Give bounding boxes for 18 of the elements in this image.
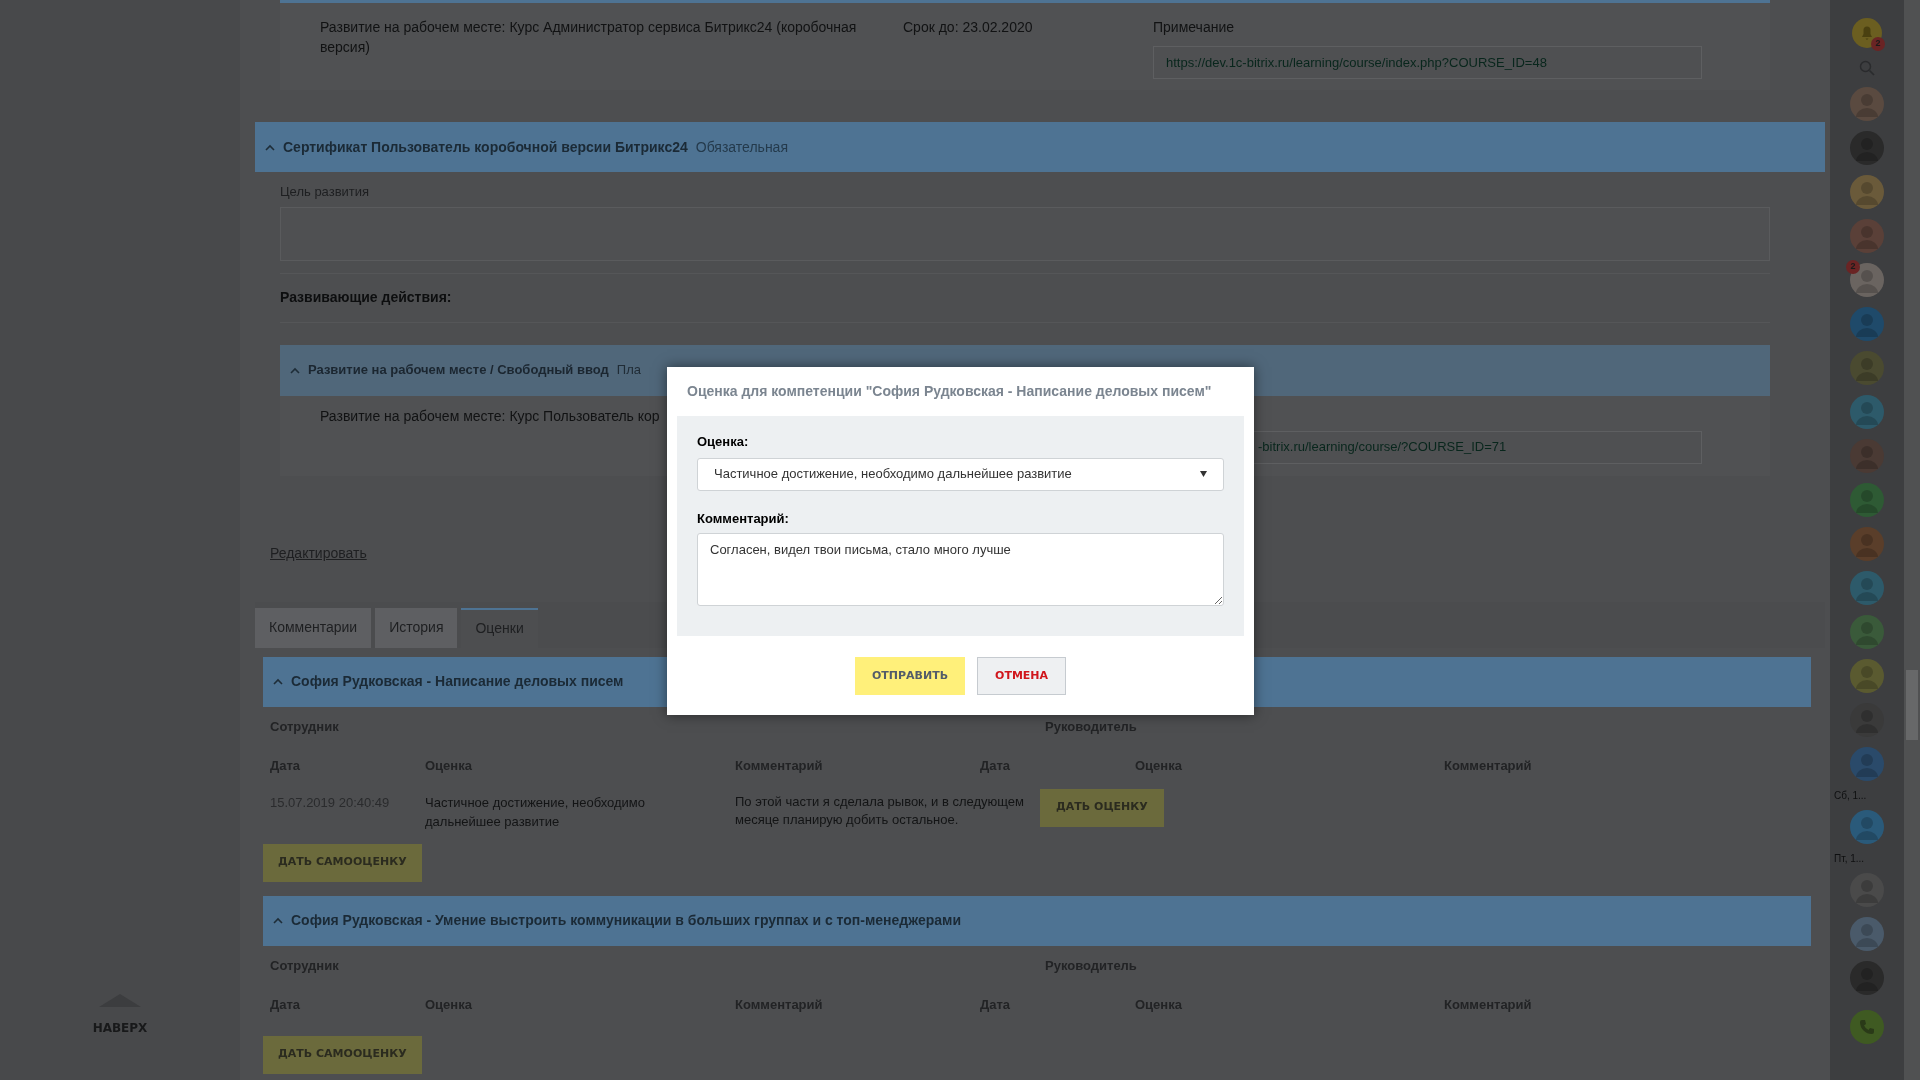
actions-heading: Развивающие действия: — [280, 288, 452, 307]
competency-title: София Рудковская - Написание деловых писем — [291, 672, 624, 691]
section-status: Обязательная — [695, 137, 788, 157]
course-title: Развитие на рабочем месте: Курс Пользователь кор — [320, 406, 660, 426]
course-title: Развитие на рабочем месте: Курс Администратор сервиса Битрикс24 (коробочная версия) — [320, 18, 858, 57]
comment-label: Комментарий: — [697, 509, 790, 528]
note-label: Примечание — [1153, 18, 1236, 37]
unread-count: 2 — [1846, 260, 1860, 274]
table-cell-text: Частичное достижение, необходимо дальнейшее развитие — [425, 793, 646, 831]
dialog-title: Оценка для компетенции "София Рудковская - Написание деловых писем" — [686, 382, 1213, 401]
notification-count: 2 — [1871, 37, 1885, 51]
deadline: Срок до: 23.02.2020 — [903, 18, 1034, 37]
section-title: Сертификат Пользователь коробочной версии Битрикс24 — [283, 137, 688, 157]
grade-label: Оценка: — [697, 433, 750, 451]
table-cell-text: По этой части я сделала рывок, и в следующем месяце планирую добить остальное. — [735, 792, 1025, 829]
action-title: Развитие на рабочем месте / Свободный ввод — [308, 361, 609, 380]
competency-title: София Рудковская - Умение выстроить коммуникации в больших группах и с топ-менеджерами — [291, 911, 962, 930]
action-status: Пла — [616, 361, 641, 380]
